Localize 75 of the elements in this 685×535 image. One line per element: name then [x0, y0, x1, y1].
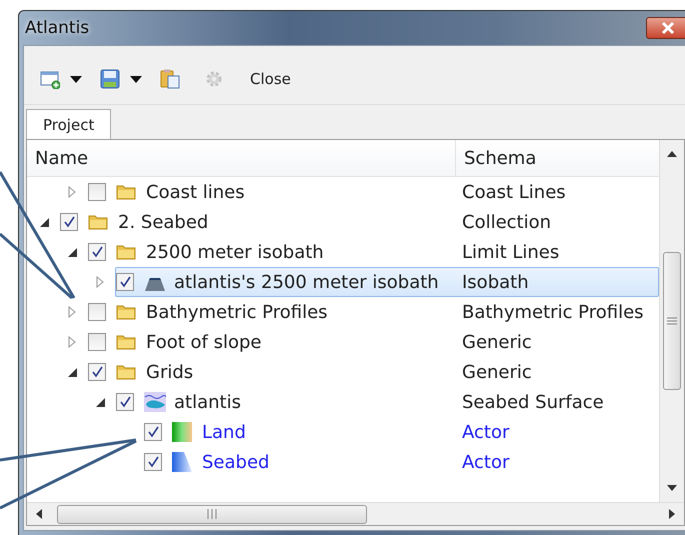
close-button[interactable] — [646, 17, 685, 39]
checkbox[interactable] — [60, 213, 78, 231]
checkbox[interactable] — [88, 243, 106, 261]
checkbox[interactable] — [144, 453, 162, 471]
checkbox[interactable] — [116, 393, 134, 411]
save-icon — [100, 69, 120, 89]
vertical-scrollbar[interactable] — [659, 140, 684, 502]
checkbox[interactable] — [144, 423, 162, 441]
schema-text: Bathymetric Profiles — [462, 302, 645, 322]
tree-row[interactable]: Foot of slope Generic — [87, 327, 659, 357]
check-icon — [63, 216, 75, 228]
gradient-icon — [172, 452, 194, 472]
new-window-icon — [40, 69, 60, 89]
schema-text: Limit Lines — [462, 242, 560, 262]
close-button[interactable]: Close — [246, 68, 295, 90]
save-button[interactable] — [98, 67, 122, 91]
item-label: Coast lines — [146, 182, 246, 202]
tree-row[interactable]: Coast lines Coast Lines — [87, 177, 659, 207]
schema-text: Seabed Surface — [462, 392, 605, 412]
item-label: atlantis's 2500 meter isobath — [174, 272, 440, 292]
checkbox[interactable] — [88, 303, 106, 321]
close-icon — [661, 21, 675, 35]
grip-icon — [667, 317, 677, 325]
item-label: Land — [202, 422, 247, 442]
check-icon — [119, 276, 131, 288]
tab[interactable]: Project — [26, 109, 112, 139]
tree-row[interactable]: Grids Generic — [87, 357, 659, 387]
schema-text: Isobath — [462, 272, 530, 292]
tree-row[interactable]: Land Actor — [143, 417, 659, 447]
schema-text: Actor — [462, 452, 510, 472]
checkbox[interactable] — [88, 183, 106, 201]
check-icon — [147, 456, 159, 468]
check-icon — [91, 366, 103, 378]
item-label: atlantis — [174, 392, 242, 412]
paste-button[interactable] — [158, 67, 182, 91]
check-icon — [119, 396, 131, 408]
horizontal-scrollbar[interactable] — [27, 502, 684, 525]
surface-icon — [144, 392, 166, 412]
tree-row[interactable]: 2500 meter isobath Limit Lines — [87, 237, 659, 267]
scroll-thumb[interactable] — [57, 504, 367, 524]
schema-text: Coast Lines — [462, 182, 567, 202]
item-label: Bathymetric Profiles — [146, 302, 329, 322]
checkbox[interactable] — [116, 273, 134, 291]
schema-text: Collection — [462, 212, 552, 232]
tree-row[interactable]: Bathymetric Profiles Bathymetric Profiles — [87, 297, 659, 327]
schema-text: Actor — [462, 422, 510, 442]
checkbox[interactable] — [88, 333, 106, 351]
settings-icon — [204, 69, 224, 89]
gradient-icon — [172, 422, 194, 442]
item-label: 2500 meter isobath — [146, 242, 325, 262]
tree-row[interactable]: atlantis Seabed Surface — [115, 387, 659, 417]
item-label: Grids — [146, 362, 194, 382]
scroll-left-icon[interactable] — [35, 508, 43, 520]
checkbox[interactable] — [88, 363, 106, 381]
schema-text: Generic — [462, 362, 533, 382]
scroll-thumb[interactable] — [663, 252, 681, 390]
tree-row[interactable]: 2. Seabed Collection — [59, 207, 659, 237]
window-title: Atlantis — [24, 18, 90, 38]
clipboard-icon — [160, 69, 180, 89]
check-icon — [91, 246, 103, 258]
column-header[interactable]: Schema — [456, 140, 536, 176]
tree-row[interactable]: Seabed Actor — [143, 447, 659, 477]
schema-text: Generic — [462, 332, 533, 352]
selected-row[interactable]: atlantis's 2500 meter isobath Isobath — [115, 267, 659, 297]
scroll-up-icon[interactable] — [666, 150, 678, 158]
caret-icon — [130, 76, 142, 82]
item-label: 2. Seabed — [118, 212, 210, 232]
scroll-right-icon[interactable] — [668, 508, 676, 520]
caret-icon — [70, 76, 82, 82]
column-header[interactable]: Name — [27, 140, 456, 176]
item-label: Foot of slope — [146, 332, 262, 352]
grip-icon — [207, 509, 217, 519]
item-label: Seabed — [202, 452, 270, 472]
check-icon — [147, 426, 159, 438]
scroll-down-icon[interactable] — [666, 484, 678, 492]
